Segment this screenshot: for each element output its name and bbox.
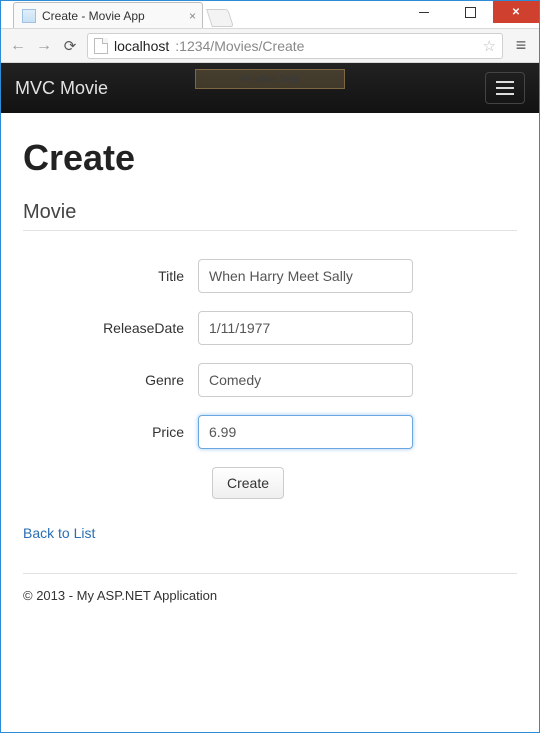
- window-controls: [401, 1, 539, 23]
- section-divider: [23, 230, 517, 231]
- tab-title: Create - Movie App: [42, 9, 145, 23]
- form-row-release-date: ReleaseDate: [23, 311, 517, 345]
- footer-text: © 2013 - My ASP.NET Application: [23, 588, 517, 603]
- new-tab-button[interactable]: [206, 9, 234, 27]
- back-link-row: Back to List: [23, 525, 517, 543]
- window-close-button[interactable]: [493, 1, 539, 23]
- input-genre[interactable]: [198, 363, 413, 397]
- close-tab-icon[interactable]: ×: [189, 9, 196, 23]
- address-bar[interactable]: localhost :1234/Movies/Create ☆: [87, 33, 503, 59]
- nav-toggle-button[interactable]: [485, 72, 525, 104]
- input-release-date[interactable]: [198, 311, 413, 345]
- address-host: localhost: [114, 38, 169, 54]
- address-path: :1234/Movies/Create: [175, 38, 304, 54]
- section-heading: Movie: [23, 201, 517, 224]
- input-title[interactable]: [198, 259, 413, 293]
- bookmark-star-icon[interactable]: ☆: [483, 37, 496, 55]
- brand-title[interactable]: MVC Movie: [15, 78, 108, 99]
- form-row-price: Price: [23, 415, 517, 449]
- browser-tab[interactable]: Create - Movie App ×: [13, 2, 203, 28]
- window-titlebar: Create - Movie App ×: [1, 1, 539, 29]
- label-price: Price: [23, 424, 198, 440]
- form-row-title: Title: [23, 259, 517, 293]
- browser-menu-icon[interactable]: ≡: [511, 35, 531, 56]
- forward-icon[interactable]: →: [35, 37, 53, 55]
- page-title: Create: [23, 137, 517, 179]
- submit-row: Create: [212, 467, 517, 499]
- browser-tabstrip: Create - Movie App ×: [1, 1, 231, 28]
- page-content: Create Movie Title ReleaseDate Genre Pri…: [1, 113, 539, 613]
- window-maximize-button[interactable]: [447, 1, 493, 23]
- reload-icon[interactable]: ⟳: [61, 37, 79, 55]
- browser-toolbar: ← → ⟳ localhost :1234/Movies/Create ☆ ≡: [1, 29, 539, 63]
- form-row-genre: Genre: [23, 363, 517, 397]
- footer-divider: [23, 573, 517, 574]
- label-release-date: ReleaseDate: [23, 320, 198, 336]
- window-minimize-button[interactable]: [401, 1, 447, 23]
- label-genre: Genre: [23, 372, 198, 388]
- page-favicon: [22, 9, 36, 23]
- back-to-list-link[interactable]: Back to List: [23, 525, 95, 541]
- page-icon: [94, 38, 108, 54]
- window-snip-overlay: Window Snip: [195, 69, 345, 89]
- back-icon[interactable]: ←: [9, 37, 27, 55]
- app-navbar: MVC Movie Window Snip: [1, 63, 539, 113]
- create-button[interactable]: Create: [212, 467, 284, 499]
- label-title: Title: [23, 268, 198, 284]
- input-price[interactable]: [198, 415, 413, 449]
